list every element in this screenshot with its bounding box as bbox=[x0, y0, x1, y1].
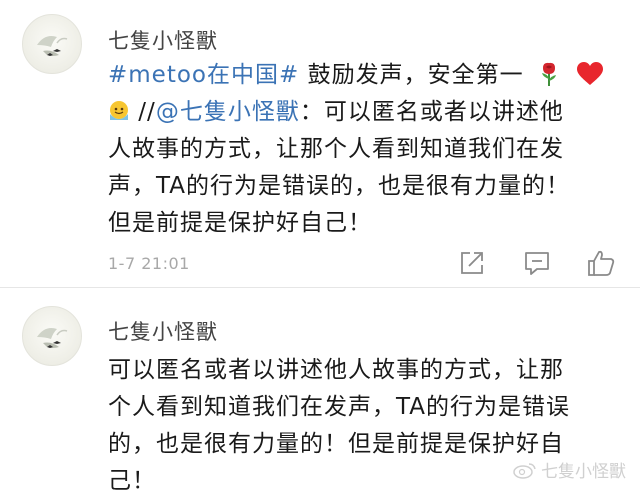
comment-line: #metoo在中国# 鼓励发声，安全第一 bbox=[108, 57, 618, 94]
rose-icon bbox=[538, 61, 560, 87]
comment-icon bbox=[525, 252, 549, 275]
comment-line: 可以匿名或者以讲述他人故事的方式，让那 bbox=[108, 357, 564, 383]
comment-line: 声，TA的行为是错误的，也是很有力量的！ bbox=[108, 173, 570, 199]
avatar[interactable] bbox=[22, 306, 82, 366]
comment-line: //@七隻小怪獸：可以匿名或者以讲述他 bbox=[108, 94, 618, 131]
comment-line: 但是前提是保护好自己！ bbox=[108, 210, 372, 236]
share-button[interactable] bbox=[457, 248, 487, 278]
share-icon bbox=[461, 252, 483, 274]
avatar-image bbox=[37, 36, 68, 56]
watermark-text: 七隻小怪獸 bbox=[541, 462, 626, 482]
like-button[interactable] bbox=[586, 248, 616, 278]
mention-link[interactable]: @七隻小怪獸 bbox=[156, 99, 300, 125]
heart-icon bbox=[576, 61, 604, 87]
repost-separator: // bbox=[130, 99, 156, 125]
comment-line: 个人看到知道我们在发声，TA的行为是错误 bbox=[108, 394, 570, 420]
username[interactable]: 七隻小怪獸 bbox=[108, 316, 218, 346]
like-icon bbox=[588, 250, 615, 276]
comment-text-segment: 鼓励发声，安全第一 bbox=[299, 62, 524, 88]
avatar-image bbox=[37, 328, 68, 348]
username[interactable]: 七隻小怪獸 bbox=[108, 25, 218, 55]
avatar[interactable] bbox=[22, 14, 82, 74]
comment-item: 七隻小怪獸 #metoo在中国# 鼓励发声，安全第一 //@七隻小怪獸：可以匿名… bbox=[0, 0, 640, 288]
timestamp: 1-7 21:01 bbox=[108, 254, 190, 273]
comment-line: 人故事的方式，让那个人看到知道我们在发 bbox=[108, 136, 564, 162]
comment-button[interactable] bbox=[522, 248, 552, 278]
hashtag-link[interactable]: #metoo在中国# bbox=[108, 62, 299, 88]
weibo-logo-icon bbox=[513, 462, 536, 479]
smiling-face-icon bbox=[108, 97, 130, 120]
comment-text: #metoo在中国# 鼓励发声，安全第一 //@七隻小怪獸：可以匿名或者以讲述他… bbox=[108, 57, 618, 242]
weibo-watermark: 七隻小怪獸 bbox=[513, 457, 626, 482]
comment-text-segment: ：可以匿名或者以讲述他 bbox=[299, 99, 564, 125]
